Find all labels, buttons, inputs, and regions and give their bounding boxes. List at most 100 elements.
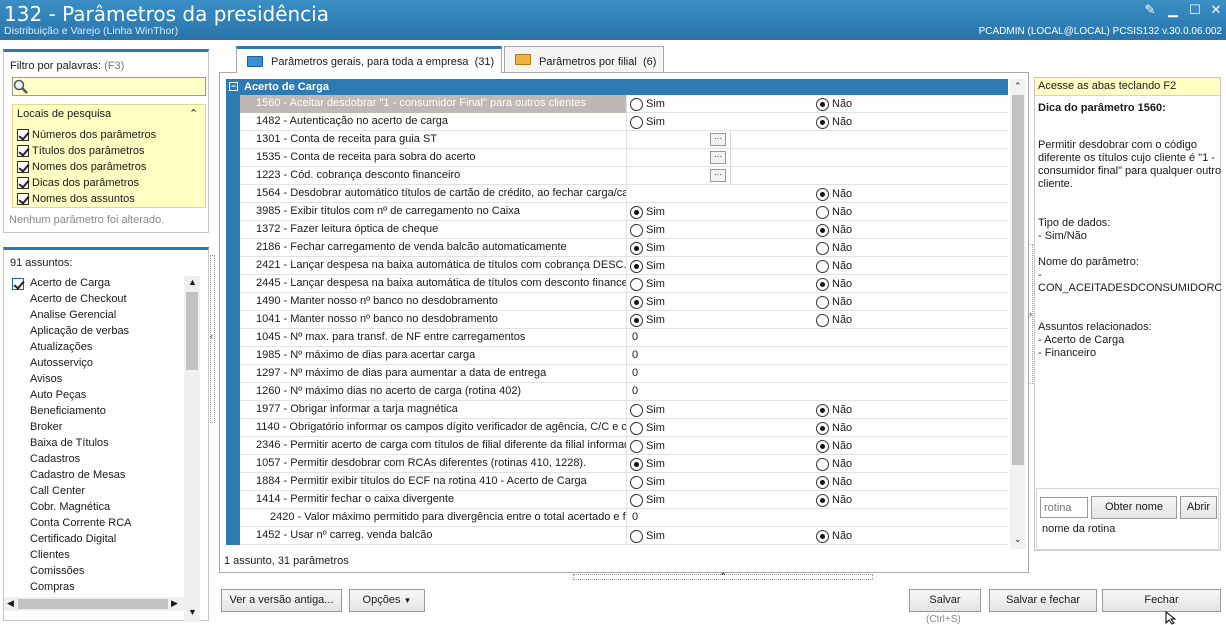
subject-item[interactable]: Autosserviço [30, 357, 93, 369]
old-version-button[interactable]: Ver a versão antiga... [221, 589, 342, 612]
numeric-value[interactable]: 0 [632, 365, 638, 382]
subject-item[interactable]: Clientes [30, 549, 70, 561]
radio-sim[interactable]: Sim [630, 115, 665, 129]
subject-item[interactable]: Beneficiamento [30, 405, 106, 417]
parameter-row[interactable]: 1140 - Obrigatório informar os campos dí… [226, 419, 1008, 437]
parameter-row[interactable]: 1985 - Nº máximo de dias para acertar ca… [226, 347, 1008, 365]
radio-sim[interactable]: Sim [630, 403, 665, 417]
radio-button[interactable] [816, 295, 829, 309]
option-param-numbers[interactable]: Números dos parâmetros [17, 127, 156, 142]
close-button[interactable]: Fechar [1102, 589, 1221, 612]
radio-button[interactable] [630, 205, 643, 219]
radio-sim[interactable]: Sim [630, 421, 665, 435]
radio-sim[interactable]: Sim [630, 241, 665, 255]
parameter-value[interactable]: 0 [628, 329, 1008, 347]
radio-sim[interactable]: Sim [630, 439, 665, 453]
lookup-button[interactable]: ··· [710, 151, 726, 164]
radio-nao[interactable]: Não [816, 223, 852, 237]
subject-item[interactable]: Baixa de Títulos [30, 437, 109, 449]
checkbox[interactable] [17, 176, 29, 189]
parameter-row[interactable]: 1301 - Conta de receita para guia ST ··· [226, 131, 1008, 149]
lookup-button[interactable]: ··· [710, 133, 726, 146]
radio-sim[interactable]: Sim [630, 277, 665, 291]
radio-button[interactable] [816, 223, 829, 237]
subject-item[interactable]: Comissões [30, 565, 84, 577]
parameter-row[interactable]: 1535 - Conta de receita para sobra do ac… [226, 149, 1008, 167]
subject-item[interactable]: Analise Gerencial [30, 309, 116, 321]
maximize-icon[interactable]: ☐ [1185, 2, 1205, 18]
subject-item[interactable]: Cobr. Magnética [30, 501, 110, 513]
subject-item[interactable]: Call Center [30, 485, 85, 497]
radio-button[interactable] [630, 259, 643, 273]
parameter-value[interactable]: Sim Não [628, 239, 1008, 257]
radio-button[interactable] [816, 97, 829, 111]
parameter-value[interactable]: Sim Não [628, 311, 1008, 329]
chevron-right-icon[interactable]: › [1029, 309, 1032, 319]
hscroll-thumb[interactable] [18, 599, 168, 609]
subject-item[interactable]: Aplicação de verbas [30, 325, 129, 337]
parameter-value[interactable]: 0 [628, 347, 1008, 365]
radio-button[interactable] [630, 439, 643, 453]
scroll-thumb[interactable] [186, 292, 198, 370]
radio-button[interactable] [630, 223, 643, 237]
parameter-row[interactable]: 2346 - Permitir acerto de carga com títu… [226, 437, 1008, 455]
subject-item[interactable]: Compras [30, 581, 75, 593]
subject-item[interactable]: Acerto de Carga [30, 277, 110, 289]
subject-item[interactable]: Broker [30, 421, 62, 433]
checkbox[interactable] [17, 160, 29, 173]
parameter-row[interactable]: 1045 - Nº max. para transf. de NF entre … [226, 329, 1008, 347]
checkbox[interactable] [17, 128, 29, 141]
grid-scrollbar[interactable]: ⌃ ⌄ [1010, 79, 1026, 549]
parameter-row[interactable]: 1977 - Obrigar informar a tarja magnétic… [226, 401, 1008, 419]
option-subject-names[interactable]: Nomes dos assuntos [17, 191, 135, 206]
parameter-value[interactable]: Sim Não [628, 473, 1008, 491]
parameter-value[interactable]: Não [628, 185, 1008, 203]
parameter-value[interactable]: Sim Não [628, 221, 1008, 239]
parameter-value[interactable]: Sim Não [628, 275, 1008, 293]
radio-button[interactable] [630, 295, 643, 309]
parameter-row[interactable]: 1041 - Manter nosso nº banco no desdobra… [226, 311, 1008, 329]
parameter-row[interactable]: 1490 - Manter nosso nº banco no desdobra… [226, 293, 1008, 311]
radio-nao[interactable]: Não [816, 97, 852, 111]
radio-button[interactable] [816, 241, 829, 255]
subject-item[interactable]: Atualizações [30, 341, 92, 353]
collapse-group-icon[interactable]: − [229, 82, 238, 91]
radio-sim[interactable]: Sim [630, 313, 665, 327]
filter-input[interactable] [12, 77, 206, 96]
parameter-row[interactable]: 3985 - Exibir títulos com nº de carregam… [226, 203, 1008, 221]
radio-nao[interactable]: Não [816, 457, 852, 471]
radio-button[interactable] [816, 403, 829, 417]
subject-item[interactable]: Avisos [30, 373, 62, 385]
radio-button[interactable] [816, 475, 829, 489]
radio-nao[interactable]: Não [816, 241, 852, 255]
parameter-row[interactable]: 1452 - Usar nº carreg. venda balcão Sim Nã… [226, 527, 1008, 545]
parameter-row[interactable]: 1260 - Nº máximo dias no acerto de carga… [226, 383, 1008, 401]
numeric-value[interactable]: 0 [632, 347, 638, 364]
radio-nao[interactable]: Não [816, 421, 852, 435]
radio-button[interactable] [816, 277, 829, 291]
parameter-value[interactable]: 0 [628, 383, 1008, 401]
subject-item[interactable]: Auto Peças [30, 389, 86, 401]
radio-button[interactable] [630, 457, 643, 471]
parameter-row[interactable]: 1414 - Permitir fechar o caixa divergent… [226, 491, 1008, 509]
scroll-down-icon[interactable]: ▼ [188, 607, 197, 617]
edit-icon[interactable]: ✎ [1140, 2, 1160, 18]
radio-sim[interactable]: Sim [630, 529, 665, 543]
radio-button[interactable] [816, 439, 829, 453]
scroll-up-icon[interactable]: ▲ [188, 277, 197, 287]
radio-button[interactable] [816, 421, 829, 435]
parameter-row[interactable]: 1884 - Permitir exibir títulos do ECF na… [226, 473, 1008, 491]
radio-nao[interactable]: Não [816, 295, 852, 309]
radio-sim[interactable]: Sim [630, 223, 665, 237]
parameter-value[interactable]: ··· [628, 167, 1008, 185]
parameter-row[interactable]: 1057 - Permitir desdobrar com RCAs difer… [226, 455, 1008, 473]
radio-button[interactable] [816, 259, 829, 273]
parameter-value[interactable]: Sim Não [628, 419, 1008, 437]
related-item[interactable]: - Financeiro [1038, 347, 1096, 359]
radio-nao[interactable]: Não [816, 115, 852, 129]
option-param-tips[interactable]: Dicas dos parâmetros [17, 175, 139, 190]
radio-button[interactable] [630, 115, 643, 129]
close-icon[interactable]: ✕ [1206, 2, 1226, 18]
numeric-value[interactable]: 0 [632, 509, 638, 526]
parameter-value[interactable]: ··· [628, 131, 1008, 149]
